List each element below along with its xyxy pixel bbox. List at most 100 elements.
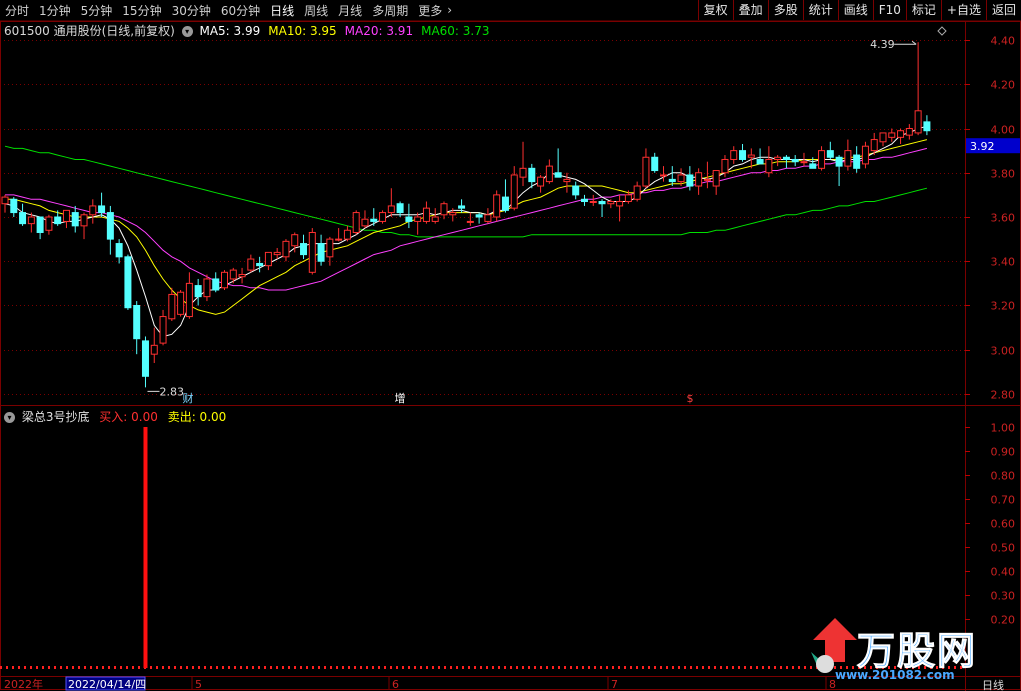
candle-body xyxy=(923,121,931,132)
watermark-logo: 万股网 www.201082.com xyxy=(805,612,1015,684)
indicator-tick-label: 0.90 xyxy=(991,446,1016,459)
candle-body xyxy=(352,212,360,233)
candle xyxy=(791,155,799,167)
candle xyxy=(510,166,518,211)
candle-body xyxy=(537,176,545,187)
month-label: 6 xyxy=(392,678,399,691)
candle xyxy=(282,239,290,262)
candle-body xyxy=(106,212,114,240)
candle xyxy=(45,214,53,235)
candle-body xyxy=(563,178,571,183)
candle-body xyxy=(651,156,659,172)
candle xyxy=(264,251,272,271)
dropdown-icon[interactable]: ▾ xyxy=(181,26,193,37)
candle xyxy=(703,161,711,189)
candle xyxy=(71,205,79,233)
candle xyxy=(431,208,439,224)
ma-legend: MA5: 3.99 MA10: 3.95 MA20: 3.91 MA60: 3.73 xyxy=(199,24,497,38)
candle xyxy=(106,205,114,255)
candle-body xyxy=(440,203,448,216)
candle xyxy=(712,170,720,195)
candle xyxy=(861,141,869,169)
candle xyxy=(379,210,387,224)
candle-body xyxy=(774,156,782,160)
high-label: 4.39 xyxy=(870,38,895,51)
candle-body xyxy=(133,305,141,340)
candle-body xyxy=(36,216,44,233)
candle-body xyxy=(177,291,185,315)
price-tick-label: 3.20 xyxy=(991,300,1016,313)
candle xyxy=(695,168,703,195)
candle xyxy=(10,197,18,217)
month-label: 5 xyxy=(195,678,202,691)
ma-legend-item: MA20: 3.91 xyxy=(344,24,414,38)
candle xyxy=(317,234,325,266)
candle xyxy=(879,132,887,147)
candle xyxy=(405,203,413,229)
candle xyxy=(493,190,501,222)
candle xyxy=(572,181,580,200)
candle xyxy=(633,181,641,202)
candle-body xyxy=(98,205,106,214)
event-marker[interactable]: 财 xyxy=(183,391,194,405)
kline-chart[interactable]: 4.40 4.20 4.00 3.80 3.60 3.40 3.20 3.00 2.80 1.00… xyxy=(0,0,1021,691)
candle-body xyxy=(616,201,624,207)
candle-body xyxy=(703,178,711,181)
candle xyxy=(1,194,9,213)
ma-legend-item: MA60: 3.73 xyxy=(421,24,490,38)
candle xyxy=(835,155,843,187)
candle-body xyxy=(826,150,834,158)
candle xyxy=(141,336,149,388)
candle-body xyxy=(256,262,264,267)
diamond-icon[interactable] xyxy=(937,26,947,36)
candle xyxy=(36,216,44,240)
chart-frame xyxy=(0,21,1021,690)
candle xyxy=(905,124,913,140)
candle-body xyxy=(730,150,738,160)
candle-body xyxy=(835,156,843,167)
price-tick-label: 3.40 xyxy=(991,256,1016,269)
event-marker[interactable]: $ xyxy=(687,392,694,405)
indicator-dropdown-icon[interactable]: ▾ xyxy=(4,412,15,423)
candle xyxy=(185,272,193,319)
candle xyxy=(642,148,650,189)
candle xyxy=(247,254,255,273)
candle-body xyxy=(396,203,404,214)
candle-body xyxy=(484,214,492,222)
candle-body xyxy=(800,161,808,164)
candle-body xyxy=(897,130,905,138)
candle-body xyxy=(844,150,852,167)
candle-body xyxy=(247,258,255,271)
event-marker[interactable]: 增 xyxy=(395,391,406,405)
candle-body xyxy=(62,209,70,222)
indicator-tick-label: 0.70 xyxy=(991,494,1016,507)
candle-body xyxy=(853,154,861,169)
candle-body xyxy=(361,218,369,227)
candle xyxy=(756,148,764,165)
candle-body xyxy=(572,185,580,196)
candle xyxy=(256,256,264,273)
candle-body xyxy=(80,214,88,227)
candle-body xyxy=(379,212,387,222)
candle-body xyxy=(765,158,773,174)
candle xyxy=(739,143,747,162)
candle-body xyxy=(89,205,97,216)
candle-body xyxy=(124,256,132,309)
price-tick-label: 3.60 xyxy=(991,212,1016,225)
candle xyxy=(563,172,571,193)
ma-legend-item: MA10: 3.95 xyxy=(268,24,337,38)
candle xyxy=(203,274,211,302)
candle xyxy=(651,152,659,173)
watermark-brand: 万股网 xyxy=(856,629,978,674)
candle xyxy=(730,146,738,164)
candle xyxy=(537,174,545,193)
ma-legend-item: MA5: 3.99 xyxy=(199,24,261,38)
candle-body xyxy=(414,216,422,222)
price-tick-label: 4.00 xyxy=(991,124,1016,137)
candle xyxy=(115,239,123,264)
candle xyxy=(194,278,202,306)
candle xyxy=(914,42,922,136)
candle-body xyxy=(229,269,237,280)
candle-body xyxy=(273,251,281,256)
candle xyxy=(414,212,422,235)
